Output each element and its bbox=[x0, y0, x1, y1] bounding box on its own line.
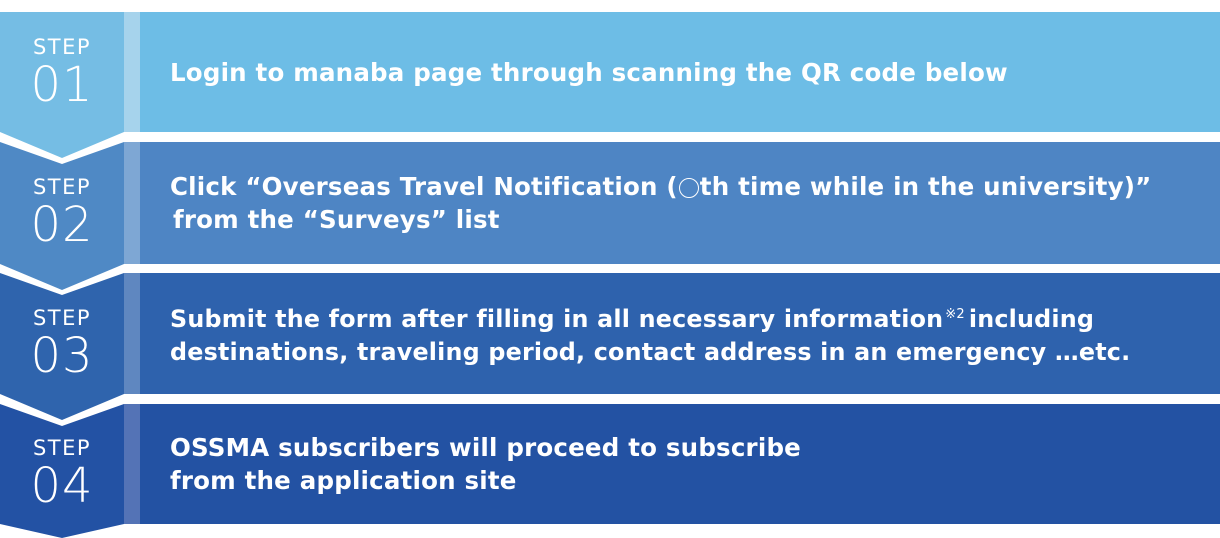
step-01-line-1: Login to manaba page through scanning th… bbox=[170, 57, 1008, 87]
step-02-tab: STEP 02 bbox=[0, 142, 124, 290]
step-03-line-2: destinations, traveling period, contact … bbox=[170, 338, 1131, 366]
step-03-number: 03 bbox=[30, 327, 94, 384]
step-02-line-1: Click “Overseas Travel Notification ( th … bbox=[170, 170, 1151, 203]
step-02-label: STEP bbox=[32, 175, 92, 199]
step-04-line-2: from the application site bbox=[170, 466, 517, 495]
step-02: STEP 02 Click “Overseas Travel Notificat… bbox=[0, 142, 1220, 290]
step-04-body: OSSMA subscribers will proceed to subscr… bbox=[140, 404, 1220, 524]
step-03-tab: STEP 03 bbox=[0, 273, 124, 420]
step-03-text: Submit the form after filling in all nec… bbox=[170, 298, 1130, 369]
step-02-line-1-end: th time while in the university)” bbox=[699, 172, 1152, 201]
step-04: STEP 04 OSSMA subscribers will proceed t… bbox=[0, 404, 1220, 538]
step-02-body: Click “Overseas Travel Notification ( th … bbox=[140, 142, 1220, 264]
step-04-line-1: OSSMA subscribers will proceed to subscr… bbox=[170, 433, 801, 462]
step-02-number: 02 bbox=[30, 197, 94, 253]
step-03-note-mark: ※2 bbox=[945, 307, 965, 322]
step-03-label: STEP bbox=[32, 305, 92, 330]
step-01-text: Login to manaba page through scanning th… bbox=[170, 56, 1008, 89]
step-04-number: 04 bbox=[30, 458, 94, 514]
step-02-text: Click “Overseas Travel Notification ( th … bbox=[170, 170, 1151, 236]
step-01: STEP 01 Login to manaba page through sca… bbox=[0, 12, 1220, 158]
step-01-number: 01 bbox=[30, 57, 94, 113]
step-01-divider bbox=[124, 12, 140, 132]
step-03: STEP 03 Submit the form after filling in… bbox=[0, 273, 1220, 420]
step-03-line-1-end: including bbox=[968, 305, 1095, 333]
step-03-line-1: Submit the form after filling in all nec… bbox=[170, 298, 1130, 336]
step-01-tab: STEP 01 bbox=[0, 12, 124, 158]
step-04-divider bbox=[124, 404, 140, 524]
step-02-line-2: from the “Surveys” list bbox=[173, 205, 500, 234]
step-01-label: STEP bbox=[32, 35, 92, 59]
steps-flow: STEP 01 Login to manaba page through sca… bbox=[0, 0, 1220, 538]
step-04-tab: STEP 04 bbox=[0, 404, 124, 538]
step-04-text: OSSMA subscribers will proceed to subscr… bbox=[170, 431, 801, 497]
step-02-line-1-start: Click “Overseas Travel Notification ( bbox=[170, 172, 678, 201]
step-03-divider bbox=[124, 273, 140, 394]
step-04-label: STEP bbox=[32, 436, 92, 460]
step-01-body: Login to manaba page through scanning th… bbox=[140, 12, 1220, 132]
step-03-body: Submit the form after filling in all nec… bbox=[140, 273, 1220, 394]
step-02-divider bbox=[124, 142, 140, 264]
blank-circle-icon bbox=[678, 178, 699, 198]
step-03-line-1-start: Submit the form after filling in all nec… bbox=[170, 305, 944, 333]
